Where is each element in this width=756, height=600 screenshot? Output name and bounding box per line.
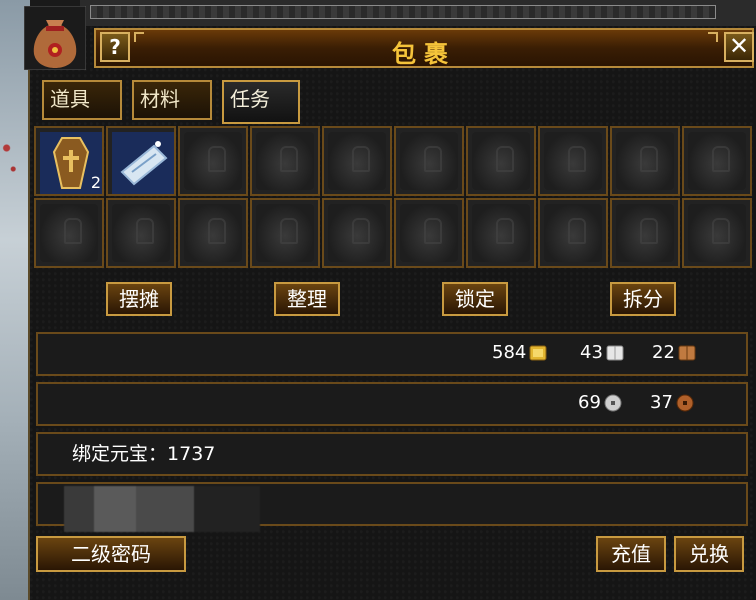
item-quantity: 2 bbox=[90, 173, 101, 192]
bag-icon bbox=[24, 6, 86, 70]
window-title: 包裹 bbox=[392, 39, 456, 68]
empty-slot-icon bbox=[472, 132, 530, 190]
empty-slot-icon bbox=[472, 204, 530, 262]
inventory-slot[interactable] bbox=[250, 198, 320, 268]
bronze-book-value: 22 bbox=[652, 342, 675, 363]
empty-slot-icon bbox=[688, 132, 746, 190]
inventory-slot[interactable] bbox=[610, 126, 680, 196]
split-button[interactable]: 拆分 bbox=[610, 282, 676, 316]
copper-coin-icon bbox=[676, 394, 694, 411]
inventory-slot[interactable] bbox=[106, 126, 176, 196]
inventory-slot[interactable] bbox=[106, 198, 176, 268]
inventory-slot[interactable] bbox=[178, 126, 248, 196]
inventory-slot[interactable] bbox=[538, 126, 608, 196]
inventory-grid: 2 bbox=[34, 126, 754, 268]
inventory-slot[interactable] bbox=[610, 198, 680, 268]
redacted-panel bbox=[36, 482, 748, 532]
inventory-slot[interactable] bbox=[322, 126, 392, 196]
empty-slot-icon bbox=[544, 132, 602, 190]
silver-book-icon bbox=[606, 345, 624, 360]
inventory-window: 包裹 ? ✕ 道具 材料 任务 2 摆摊 整理 锁定 拆分 584 43 22 … bbox=[24, 6, 756, 600]
corner-ornament bbox=[708, 32, 718, 42]
empty-slot-icon bbox=[256, 132, 314, 190]
empty-slot-icon bbox=[400, 132, 458, 190]
copper-coin-value: 37 bbox=[650, 392, 673, 413]
bound-yuanbao-value: 1737 bbox=[167, 443, 216, 465]
inventory-slot[interactable] bbox=[466, 126, 536, 196]
lock-button[interactable]: 锁定 bbox=[442, 282, 508, 316]
bound-yuanbao-label: 绑定元宝： bbox=[72, 443, 168, 465]
background-strip bbox=[90, 5, 716, 19]
title-bar[interactable]: 包裹 bbox=[94, 28, 754, 68]
empty-slot-icon bbox=[184, 204, 242, 262]
inventory-slot[interactable] bbox=[466, 198, 536, 268]
bound-yuanbao-panel: 绑定元宝：1737 bbox=[36, 432, 748, 476]
inventory-slot[interactable] bbox=[394, 198, 464, 268]
empty-slot-icon bbox=[328, 204, 386, 262]
background-top-bar bbox=[80, 0, 756, 27]
background-scenery bbox=[0, 0, 30, 600]
bronze-book-icon bbox=[678, 345, 696, 360]
empty-slot-icon bbox=[184, 132, 242, 190]
tab-materials[interactable]: 材料 bbox=[132, 80, 212, 120]
gold-ingot-count: 584 bbox=[492, 342, 548, 363]
inventory-slot[interactable] bbox=[682, 126, 752, 196]
inventory-slot[interactable] bbox=[250, 126, 320, 196]
close-button[interactable]: ✕ bbox=[724, 32, 754, 62]
scroll-item-icon bbox=[112, 132, 174, 194]
tab-props[interactable]: 道具 bbox=[42, 80, 122, 120]
inventory-slot[interactable] bbox=[394, 126, 464, 196]
empty-slot-icon bbox=[328, 132, 386, 190]
empty-slot-icon bbox=[616, 204, 674, 262]
silver-coin-value: 69 bbox=[578, 392, 601, 413]
empty-slot-icon bbox=[616, 132, 674, 190]
currency-panel-2: 69 37 bbox=[36, 382, 748, 426]
empty-slot-icon bbox=[256, 204, 314, 262]
inventory-slot[interactable]: 2 bbox=[34, 126, 104, 196]
secondary-password-button[interactable]: 二级密码 bbox=[36, 536, 186, 572]
empty-slot-icon bbox=[544, 204, 602, 262]
inventory-slot[interactable] bbox=[178, 198, 248, 268]
stall-button[interactable]: 摆摊 bbox=[106, 282, 172, 316]
slot-background bbox=[112, 132, 174, 194]
inventory-slot[interactable] bbox=[322, 198, 392, 268]
silver-book-value: 43 bbox=[580, 342, 603, 363]
gold-ingot-value: 584 bbox=[492, 342, 527, 363]
bronze-book-count: 22 bbox=[652, 342, 697, 363]
inventory-slot[interactable] bbox=[538, 198, 608, 268]
empty-slot-icon bbox=[400, 204, 458, 262]
silver-coin-icon bbox=[604, 394, 622, 411]
bound-yuanbao-display: 绑定元宝：1737 bbox=[72, 439, 215, 466]
silver-coin-count: 69 bbox=[578, 392, 623, 413]
inventory-slot[interactable] bbox=[682, 198, 752, 268]
sort-button[interactable]: 整理 bbox=[274, 282, 340, 316]
empty-slot-icon bbox=[688, 204, 746, 262]
gold-ingot-icon bbox=[529, 345, 547, 360]
silver-book-count: 43 bbox=[580, 342, 625, 363]
corner-ornament bbox=[134, 32, 144, 42]
empty-slot-icon bbox=[112, 204, 170, 262]
help-button[interactable]: ? bbox=[100, 32, 130, 62]
empty-slot-icon bbox=[40, 204, 98, 262]
recharge-button[interactable]: 充值 bbox=[596, 536, 666, 572]
inventory-slot[interactable] bbox=[34, 198, 104, 268]
exchange-button[interactable]: 兑换 bbox=[674, 536, 744, 572]
copper-coin-count: 37 bbox=[650, 392, 695, 413]
tab-quests[interactable]: 任务 bbox=[222, 80, 300, 124]
redacted-area bbox=[64, 486, 260, 532]
slot-background bbox=[40, 132, 102, 194]
currency-panel-1: 584 43 22 bbox=[36, 332, 748, 376]
